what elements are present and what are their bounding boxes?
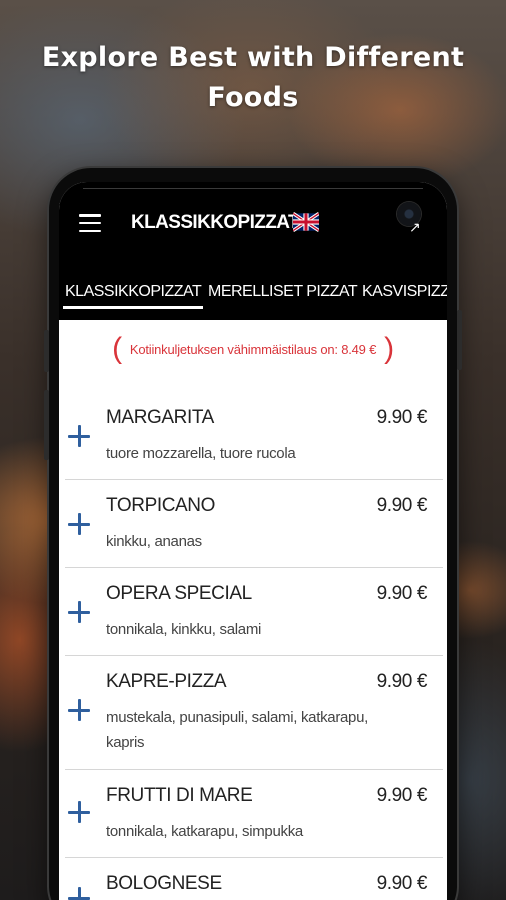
tab-merelliset-pizzat[interactable]: MERELLISET PIZZAT	[208, 282, 358, 302]
item-price: 9.90 €	[376, 407, 428, 428]
category-tabs: KLASSIKKOPIZZAT MERELLISET PIZZAT KASVIS…	[59, 264, 447, 320]
item-name: FRUTTI DI MARE	[106, 785, 253, 806]
menu-list: MARGARITA 9.90 € tuore mozzarella, tuore…	[59, 392, 447, 900]
tab-kasvispizzat[interactable]: KASVISPIZZ	[362, 282, 447, 302]
item-name: KAPRE-PIZZA	[106, 671, 227, 692]
add-item-plus-icon[interactable]	[68, 699, 90, 721]
notice-text: Kotiinkuljetuksen vähimmäistilaus on: 8.…	[129, 341, 377, 357]
item-price: 9.90 €	[376, 671, 428, 692]
hamburger-menu-icon[interactable]	[79, 214, 101, 232]
menu-item[interactable]: BOLOGNESE 9.90 €	[59, 858, 447, 900]
add-item-plus-icon[interactable]	[68, 801, 90, 823]
phone-side-button	[44, 330, 49, 372]
item-price: 9.90 €	[376, 873, 428, 894]
item-description: tonnikala, kinkku, salami	[106, 621, 262, 638]
item-price: 9.90 €	[376, 785, 428, 806]
item-name: TORPICANO	[106, 495, 216, 516]
item-price: 9.90 €	[376, 583, 428, 604]
menu-item[interactable]: KAPRE-PIZZA 9.90 € mustekala, punasipuli…	[59, 656, 447, 770]
notice-bracket-left: (	[112, 332, 122, 365]
app-screen: KLASSIKKOPIZZAT ↗ KLASSIKKOPIZZAT MERELL…	[59, 182, 447, 900]
minimum-order-notice: ( Kotiinkuljetuksen vähimmäistilaus on: …	[95, 332, 411, 366]
item-name: BOLOGNESE	[106, 873, 222, 894]
add-item-plus-icon[interactable]	[68, 425, 90, 447]
uk-flag-icon[interactable]	[293, 212, 319, 232]
notice-bracket-right: )	[384, 332, 394, 365]
item-name: OPERA SPECIAL	[106, 583, 252, 604]
add-item-plus-icon[interactable]	[68, 601, 90, 623]
app-toolbar: KLASSIKKOPIZZAT ↗	[59, 182, 447, 264]
cart-icon[interactable]: ↗	[409, 220, 421, 234]
menu-item[interactable]: TORPICANO 9.90 € kinkku, ananas	[59, 480, 447, 568]
active-tab-indicator	[63, 306, 203, 309]
item-description: tuore mozzarella, tuore rucola	[106, 445, 296, 462]
page-title: KLASSIKKOPIZZAT	[131, 212, 300, 233]
item-description: mustekala, punasipuli, salami, katkarapu…	[106, 709, 369, 751]
add-item-plus-icon[interactable]	[68, 513, 90, 535]
menu-item[interactable]: OPERA SPECIAL 9.90 € tonnikala, kinkku, …	[59, 568, 447, 656]
item-price: 9.90 €	[376, 495, 428, 516]
item-name: MARGARITA	[106, 407, 214, 428]
menu-item[interactable]: FRUTTI DI MARE 9.90 € tonnikala, katkara…	[59, 770, 447, 858]
tab-klassikkopizzat[interactable]: KLASSIKKOPIZZAT	[65, 282, 202, 302]
item-description: tonnikala, katkarapu, simpukka	[106, 823, 303, 840]
item-description: kinkku, ananas	[106, 533, 202, 550]
phone-side-button	[457, 310, 462, 370]
promo-headline: Explore Best with Different Foods	[41, 42, 465, 113]
status-bar	[83, 188, 423, 189]
add-item-plus-icon[interactable]	[68, 887, 90, 900]
menu-item[interactable]: MARGARITA 9.90 € tuore mozzarella, tuore…	[59, 392, 447, 480]
phone-side-button	[44, 390, 49, 460]
